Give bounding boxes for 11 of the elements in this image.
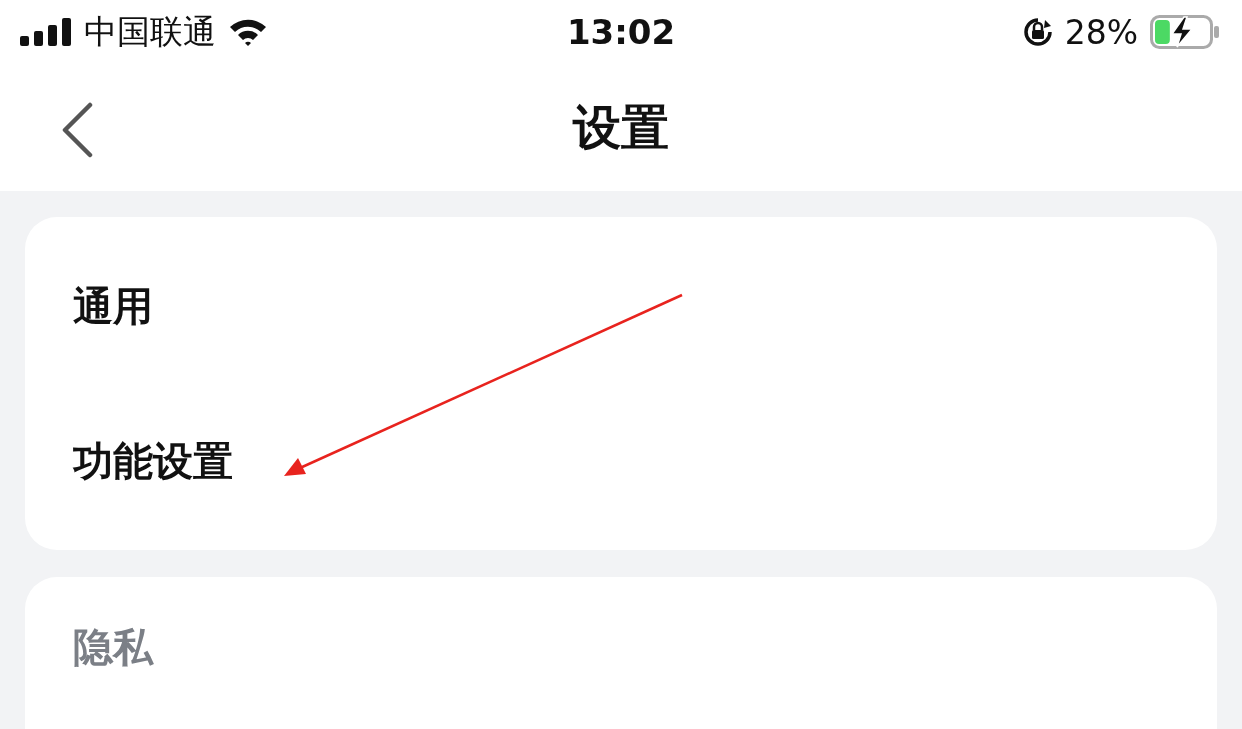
page-title: 设置 xyxy=(573,97,669,157)
carrier-name: 中国联通 xyxy=(84,10,216,53)
wifi-icon xyxy=(228,17,268,47)
settings-item[interactable]: 功能设置 xyxy=(25,384,233,539)
battery-percentage: 28% xyxy=(1064,12,1138,52)
rotation-lock-icon xyxy=(1022,17,1053,47)
battery-icon xyxy=(1150,15,1220,49)
signal-icon xyxy=(20,18,72,46)
status-time: 13:02 xyxy=(565,12,677,52)
settings-item[interactable]: 通用 xyxy=(25,229,153,384)
back-icon[interactable] xyxy=(60,102,94,158)
